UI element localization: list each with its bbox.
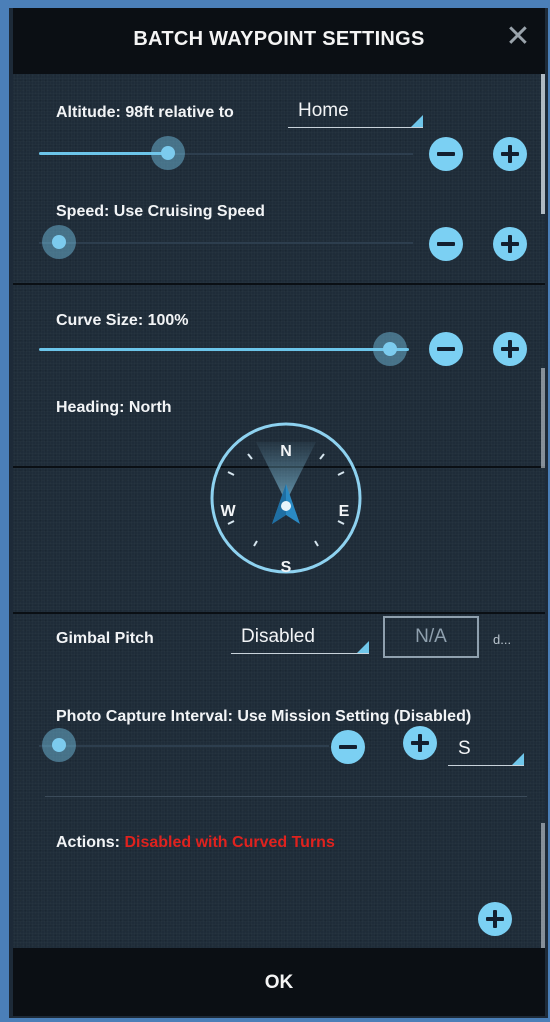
- scrollbar-thumb[interactable]: [541, 74, 545, 214]
- photo-slider-track[interactable]: [39, 745, 329, 747]
- curve-size-label: Curve Size: 100%: [56, 312, 189, 329]
- dialog-title: BATCH WAYPOINT SETTINGS: [133, 28, 425, 50]
- drone-arrow-icon: [272, 484, 300, 524]
- compass-west-label: W: [220, 503, 236, 520]
- actions-status: Disabled with Curved Turns: [124, 834, 335, 851]
- compass-north-label: N: [280, 443, 292, 460]
- dialog-header: BATCH WAYPOINT SETTINGS ✕: [13, 8, 545, 74]
- photo-unit-select[interactable]: S: [448, 732, 524, 766]
- gimbal-pitch-label: Gimbal Pitch: [56, 630, 154, 647]
- scrollbar-segment: [541, 368, 545, 468]
- curve-slider-fill: [39, 348, 409, 351]
- photo-decrease-button[interactable]: [331, 730, 365, 764]
- speed-label: Speed: Use Cruising Speed: [56, 203, 265, 220]
- actions-title: Actions:: [56, 834, 120, 851]
- ok-button[interactable]: OK: [13, 972, 545, 994]
- photo-interval-label: Photo Capture Interval: Use Mission Sett…: [56, 708, 472, 725]
- photo-slider-thumb[interactable]: [42, 728, 76, 762]
- gimbal-mode-select[interactable]: Disabled: [231, 620, 369, 654]
- speed-slider-track[interactable]: [39, 242, 413, 244]
- gimbal-pitch-input[interactable]: N/A: [383, 616, 479, 658]
- curve-increase-button[interactable]: [493, 332, 527, 366]
- altitude-reference-value: Home: [298, 100, 349, 121]
- gimbal-mode-value: Disabled: [241, 626, 315, 647]
- altitude-label: Altitude: 98ft relative to: [56, 104, 234, 121]
- speed-increase-button[interactable]: [493, 227, 527, 261]
- dropdown-arrow-icon: [357, 641, 369, 653]
- dialog-footer: OK: [13, 948, 545, 1016]
- altitude-reference-select[interactable]: Home: [288, 94, 423, 128]
- compass-east-label: E: [339, 503, 350, 520]
- scrollbar-segment: [541, 823, 545, 948]
- altitude-increase-button[interactable]: [493, 137, 527, 171]
- gimbal-unit-label: d...: [493, 632, 512, 647]
- altitude-slider-thumb[interactable]: [151, 136, 185, 170]
- altitude-slider-fill: [39, 152, 169, 155]
- close-icon[interactable]: ✕: [503, 22, 533, 52]
- heading-compass[interactable]: N E S W: [208, 420, 364, 576]
- curve-slider-thumb[interactable]: [373, 332, 407, 366]
- separator-line: [45, 796, 527, 797]
- dialog: BATCH WAYPOINT SETTINGS ✕ Altitude: 98ft…: [13, 8, 545, 1016]
- photo-unit-value: S: [458, 738, 471, 759]
- actions-label: Actions: Disabled with Curved Turns: [56, 834, 335, 852]
- dropdown-arrow-icon: [411, 115, 423, 127]
- dropdown-arrow-icon: [512, 753, 524, 765]
- speed-slider-thumb[interactable]: [42, 225, 76, 259]
- speed-decrease-button[interactable]: [429, 227, 463, 261]
- heading-label: Heading: North: [56, 399, 172, 416]
- section-divider: [13, 283, 545, 285]
- compass-south-label: S: [281, 559, 292, 576]
- section-divider: [13, 612, 545, 614]
- photo-increase-button[interactable]: [403, 726, 437, 760]
- altitude-decrease-button[interactable]: [429, 137, 463, 171]
- curve-decrease-button[interactable]: [429, 332, 463, 366]
- add-action-button[interactable]: [478, 902, 512, 936]
